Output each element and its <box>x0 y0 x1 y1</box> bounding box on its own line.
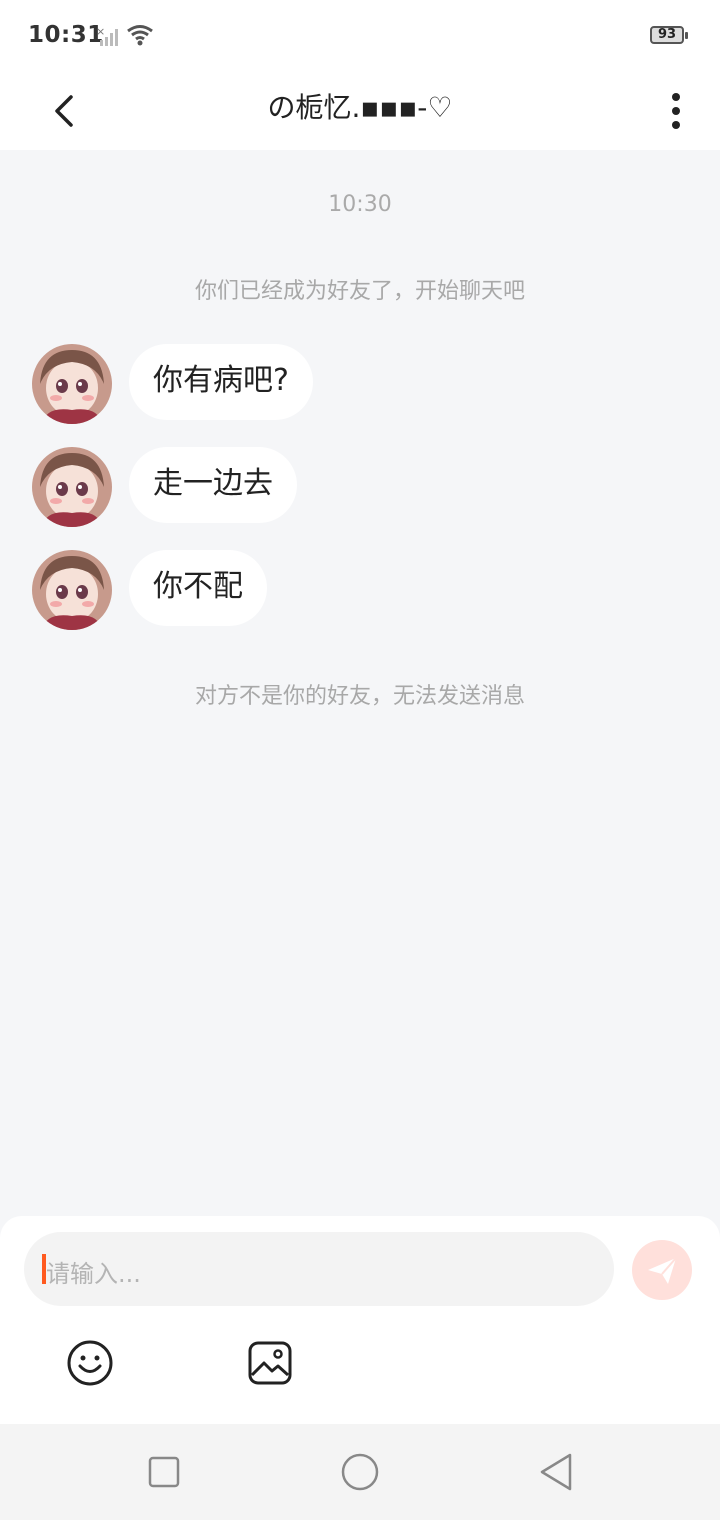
page-title: の栀忆.▪▪▪-♡ <box>267 91 453 124</box>
avatar[interactable] <box>32 550 112 630</box>
message-bubble[interactable]: 你有病吧? <box>129 344 313 420</box>
status-bar: 10:31 × 93 <box>0 0 720 70</box>
emoji-icon <box>67 1340 113 1386</box>
image-icon <box>248 1341 292 1385</box>
status-time: 10:31 <box>28 22 104 48</box>
home-icon <box>341 1453 379 1491</box>
more-icon <box>672 93 680 129</box>
battery-level: 93 <box>657 27 677 42</box>
send-button[interactable] <box>632 1240 692 1300</box>
wifi-icon <box>126 24 154 46</box>
emoji-button[interactable] <box>66 1339 114 1387</box>
message-bubble[interactable]: 走一边去 <box>129 447 297 523</box>
message-bubble[interactable]: 你不配 <box>129 550 267 626</box>
recent-apps-button[interactable] <box>148 1456 180 1488</box>
system-nav-bar <box>0 1424 720 1520</box>
svg-text:×: × <box>96 26 105 38</box>
nav-back-button[interactable] <box>538 1452 574 1492</box>
signal-icon: × <box>96 25 122 48</box>
nav-back-icon <box>540 1453 572 1491</box>
avatar[interactable] <box>32 344 112 424</box>
back-button[interactable] <box>40 80 90 140</box>
back-icon <box>55 95 73 127</box>
send-icon <box>648 1257 677 1284</box>
input-panel: 请输入... <box>0 1216 720 1424</box>
message-input[interactable]: 请输入... <box>24 1232 614 1306</box>
home-button[interactable] <box>340 1452 380 1492</box>
system-message-friend-added: 你们已经成为好友了，开始聊天吧 <box>194 279 525 304</box>
chat-area[interactable]: 10:30 你们已经成为好友了，开始聊天吧 你有病吧? 走一边去 你不配 对方不… <box>0 150 720 1216</box>
more-options-button[interactable] <box>655 80 697 140</box>
image-button[interactable] <box>246 1339 294 1387</box>
system-message-not-friend: 对方不是你的好友，无法发送消息 <box>194 684 525 709</box>
message-timestamp: 10:30 <box>328 192 392 217</box>
chat-header: の栀忆.▪▪▪-♡ <box>0 70 720 150</box>
input-placeholder: 请输入... <box>46 1260 141 1288</box>
battery-icon: 93 <box>650 26 690 46</box>
avatar[interactable] <box>32 447 112 527</box>
recent-apps-icon <box>148 1456 180 1488</box>
